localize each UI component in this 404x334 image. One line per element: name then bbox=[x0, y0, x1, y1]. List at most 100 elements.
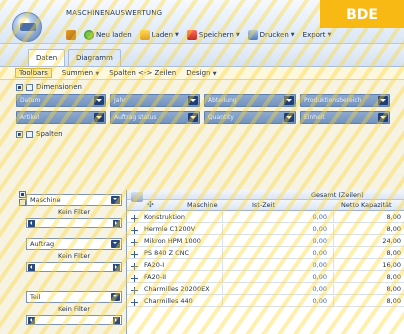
refresh-icon bbox=[84, 30, 94, 40]
chevron-down-icon[interactable] bbox=[188, 96, 198, 105]
sub-tab-strip: Toolbars Summen ▼ Spalten <-> Zeilen Des… bbox=[0, 66, 404, 80]
reload-button[interactable]: Neu laden bbox=[82, 28, 134, 42]
add-field-icon[interactable]: ✣ bbox=[147, 200, 154, 210]
dimension-field[interactable]: Jahr bbox=[110, 94, 200, 107]
arrow-left-icon[interactable] bbox=[28, 317, 35, 324]
column-header-actual-time[interactable]: Ist-Zeit bbox=[252, 200, 275, 210]
filter-scrollbar[interactable] bbox=[26, 262, 122, 272]
export-button[interactable]: Export ▼ bbox=[301, 28, 334, 42]
chevron-down-icon[interactable] bbox=[378, 113, 388, 122]
bde-badge: BDE bbox=[320, 0, 404, 28]
table-row[interactable]: FA20-I 0,00 16,00 bbox=[127, 260, 404, 271]
chevron-down-icon: ▼ bbox=[175, 32, 179, 38]
print-label: Drucken bbox=[259, 31, 289, 39]
config-toggle-icon[interactable] bbox=[19, 199, 26, 206]
filter-field-label: Maschine bbox=[30, 196, 61, 204]
cell-machine: Charmilles 20200EX bbox=[141, 284, 223, 295]
cell-actual-time: 0,00 bbox=[223, 248, 334, 259]
tab-chart[interactable]: Diagramm bbox=[68, 49, 121, 66]
columns-title: Spalten bbox=[36, 130, 63, 138]
cell-machine: Mikron HPM 1000 bbox=[141, 236, 223, 247]
cell-net-capacity: 8,00 bbox=[386, 249, 401, 257]
printer-icon bbox=[247, 30, 258, 40]
chevron-down-icon[interactable] bbox=[94, 96, 104, 105]
dimension-field-label: Auftrag status bbox=[114, 114, 157, 121]
table-row[interactable]: FA20-II 0,00 8,00 bbox=[127, 272, 404, 283]
cell-actual-time: 0,00 bbox=[223, 224, 334, 235]
subtab-totals[interactable]: Summen ▼ bbox=[62, 69, 99, 77]
subtab-totals-label: Summen bbox=[61, 69, 94, 77]
filter-machine-select[interactable]: Maschine bbox=[26, 194, 122, 206]
table-row[interactable]: Charmilles 20200EX 0,00 8,00 bbox=[127, 284, 404, 295]
collapse-toggle-icon[interactable] bbox=[19, 191, 26, 198]
chevron-down-icon[interactable] bbox=[284, 113, 294, 122]
arrow-right-icon[interactable] bbox=[113, 220, 120, 227]
filter-part-select[interactable]: Teil bbox=[26, 291, 122, 303]
arrow-right-icon[interactable] bbox=[113, 264, 120, 271]
cell-net-capacity: 16,00 bbox=[382, 261, 401, 269]
expand-plus-icon[interactable] bbox=[131, 287, 138, 294]
table-row[interactable]: Hermle C1200V 0,00 8,00 bbox=[127, 224, 404, 235]
filter-order-select[interactable]: Auftrag bbox=[26, 238, 122, 250]
config-toggle-icon[interactable] bbox=[26, 130, 33, 138]
chevron-down-icon: ▼ bbox=[290, 32, 295, 38]
chevron-down-icon[interactable] bbox=[284, 96, 294, 105]
filter-scrollbar[interactable] bbox=[26, 315, 122, 325]
collapse-toggle-icon[interactable] bbox=[16, 130, 23, 138]
app-menu-orb-icon[interactable] bbox=[12, 12, 42, 42]
chevron-down-icon[interactable] bbox=[188, 113, 198, 122]
table-row[interactable]: Mikron HPM 1000 0,00 24,00 bbox=[127, 236, 404, 247]
column-header-net-capacity[interactable]: Netto Kapazität bbox=[341, 200, 392, 210]
print-button[interactable]: Drucken ▼ bbox=[246, 28, 297, 42]
pivot-grid: Gesamt (Zeilen) ✣ Maschine Ist-Zeit Nett… bbox=[126, 190, 404, 334]
dimension-field[interactable]: Datum bbox=[16, 94, 106, 107]
chevron-down-icon: ▼ bbox=[327, 32, 332, 38]
expand-plus-icon[interactable] bbox=[131, 275, 138, 282]
save-button[interactable]: Speichern ▼ bbox=[185, 28, 242, 42]
cell-machine: Konstruktion bbox=[141, 212, 223, 223]
filter-part: Teil Kein Filter bbox=[26, 291, 122, 325]
expand-plus-icon[interactable] bbox=[131, 215, 138, 222]
grid-view-button[interactable] bbox=[64, 28, 78, 42]
quick-toolbar: Neu laden Laden ▼ Speichern ▼ Drucken ▼ … bbox=[64, 27, 333, 43]
dimension-field-label: Produktionsbereich bbox=[304, 97, 362, 104]
config-toggle-icon[interactable] bbox=[26, 83, 33, 91]
column-header-machine[interactable]: Maschine bbox=[187, 200, 218, 210]
chevron-down-icon[interactable] bbox=[111, 240, 120, 248]
expand-plus-icon[interactable] bbox=[131, 227, 138, 234]
chevron-down-icon[interactable] bbox=[111, 196, 120, 204]
table-row[interactable]: PS 840 Z CNC 0,00 8,00 bbox=[127, 248, 404, 259]
arrow-left-icon[interactable] bbox=[28, 220, 35, 227]
chevron-down-icon[interactable] bbox=[378, 96, 388, 105]
load-label: Laden bbox=[151, 31, 174, 39]
cell-net-capacity: 8,00 bbox=[386, 225, 401, 233]
expand-plus-icon[interactable] bbox=[131, 299, 138, 306]
table-row[interactable]: Charmilles 440 0,00 8,00 bbox=[127, 296, 404, 307]
subtab-design[interactable]: Design ▼ bbox=[186, 69, 216, 77]
subtab-toolbars[interactable]: Toolbars bbox=[15, 68, 52, 78]
expand-plus-icon[interactable] bbox=[131, 263, 138, 270]
arrow-right-icon[interactable] bbox=[113, 317, 120, 324]
expand-plus-icon[interactable] bbox=[131, 251, 138, 258]
filter-scrollbar[interactable] bbox=[26, 218, 122, 228]
grid-group-header: Gesamt (Zeilen) bbox=[127, 190, 404, 200]
load-button[interactable]: Laden ▼ bbox=[138, 28, 181, 42]
chevron-down-icon[interactable] bbox=[111, 293, 120, 301]
dimension-field[interactable]: Produktionsbereich bbox=[300, 94, 390, 107]
tab-data[interactable]: Daten bbox=[28, 49, 66, 66]
expand-plus-icon[interactable] bbox=[131, 239, 138, 246]
dimension-field[interactable]: Abteilung bbox=[204, 94, 296, 107]
filter-field-label: Auftrag bbox=[30, 240, 55, 248]
collapse-toggle-icon[interactable] bbox=[16, 83, 23, 91]
dimension-field[interactable]: Quantity bbox=[204, 111, 296, 124]
columns-header: Spalten bbox=[0, 128, 404, 140]
cell-actual-time: 0,00 bbox=[223, 212, 334, 223]
subtab-swap-columns-rows[interactable]: Spalten <-> Zeilen bbox=[109, 69, 176, 77]
filter-field-label: Teil bbox=[30, 293, 41, 301]
dimension-field[interactable]: Auftrag status bbox=[110, 111, 200, 124]
arrow-left-icon[interactable] bbox=[28, 264, 35, 271]
dimension-field[interactable]: Artikel bbox=[16, 111, 106, 124]
chevron-down-icon[interactable] bbox=[94, 113, 104, 122]
table-row[interactable]: Konstruktion 0,00 8,00 bbox=[127, 212, 404, 223]
dimension-field[interactable]: Einheit bbox=[300, 111, 390, 124]
